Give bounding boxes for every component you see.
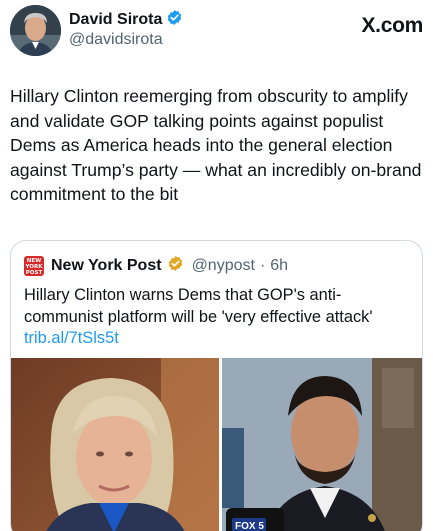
avatar-photo-icon bbox=[10, 5, 61, 56]
quoted-media: FOX 5 bbox=[11, 358, 422, 531]
quoted-tweet-header: NEW YORK POST New York Post @nypost · 6h bbox=[24, 255, 288, 277]
microphone-flag-label: FOX 5 bbox=[235, 521, 264, 531]
tweet-text: Hillary Clinton reemerging from obscurit… bbox=[10, 86, 422, 204]
author-handle[interactable]: @davidsirota bbox=[69, 31, 163, 49]
separator-dot: · bbox=[259, 257, 266, 274]
hillary-clinton-photo[interactable] bbox=[11, 358, 219, 531]
new-york-post-logo-icon[interactable]: NEW YORK POST bbox=[24, 256, 44, 276]
quoted-timestamp[interactable]: 6h bbox=[270, 257, 288, 275]
tweet-header: David Sirota @davidsirota X.com bbox=[10, 4, 423, 56]
abdul-el-sayed-photo[interactable]: FOX 5 bbox=[222, 358, 422, 531]
quoted-display-name[interactable]: New York Post bbox=[51, 257, 162, 275]
author-display-name[interactable]: David Sirota bbox=[69, 11, 162, 29]
author-name-row: David Sirota bbox=[69, 9, 183, 31]
quoted-link[interactable]: trib.al/7tSls5t bbox=[24, 329, 119, 347]
verified-badge-icon bbox=[166, 9, 183, 31]
el-sayed-photo-icon: FOX 5 bbox=[222, 358, 422, 531]
author-avatar[interactable] bbox=[10, 5, 61, 56]
quoted-tweet-text: Hillary Clinton warns Dems that GOP's an… bbox=[24, 285, 414, 350]
quoted-text-body: Hillary Clinton warns Dems that GOP's an… bbox=[24, 286, 373, 326]
gold-verified-badge-icon bbox=[167, 255, 184, 277]
site-watermark: X.com bbox=[361, 14, 423, 37]
hillary-photo-icon bbox=[11, 358, 219, 531]
quoted-handle[interactable]: @nypost bbox=[192, 257, 255, 275]
quoted-tweet-card[interactable]: NEW YORK POST New York Post @nypost · 6h H… bbox=[10, 240, 423, 531]
